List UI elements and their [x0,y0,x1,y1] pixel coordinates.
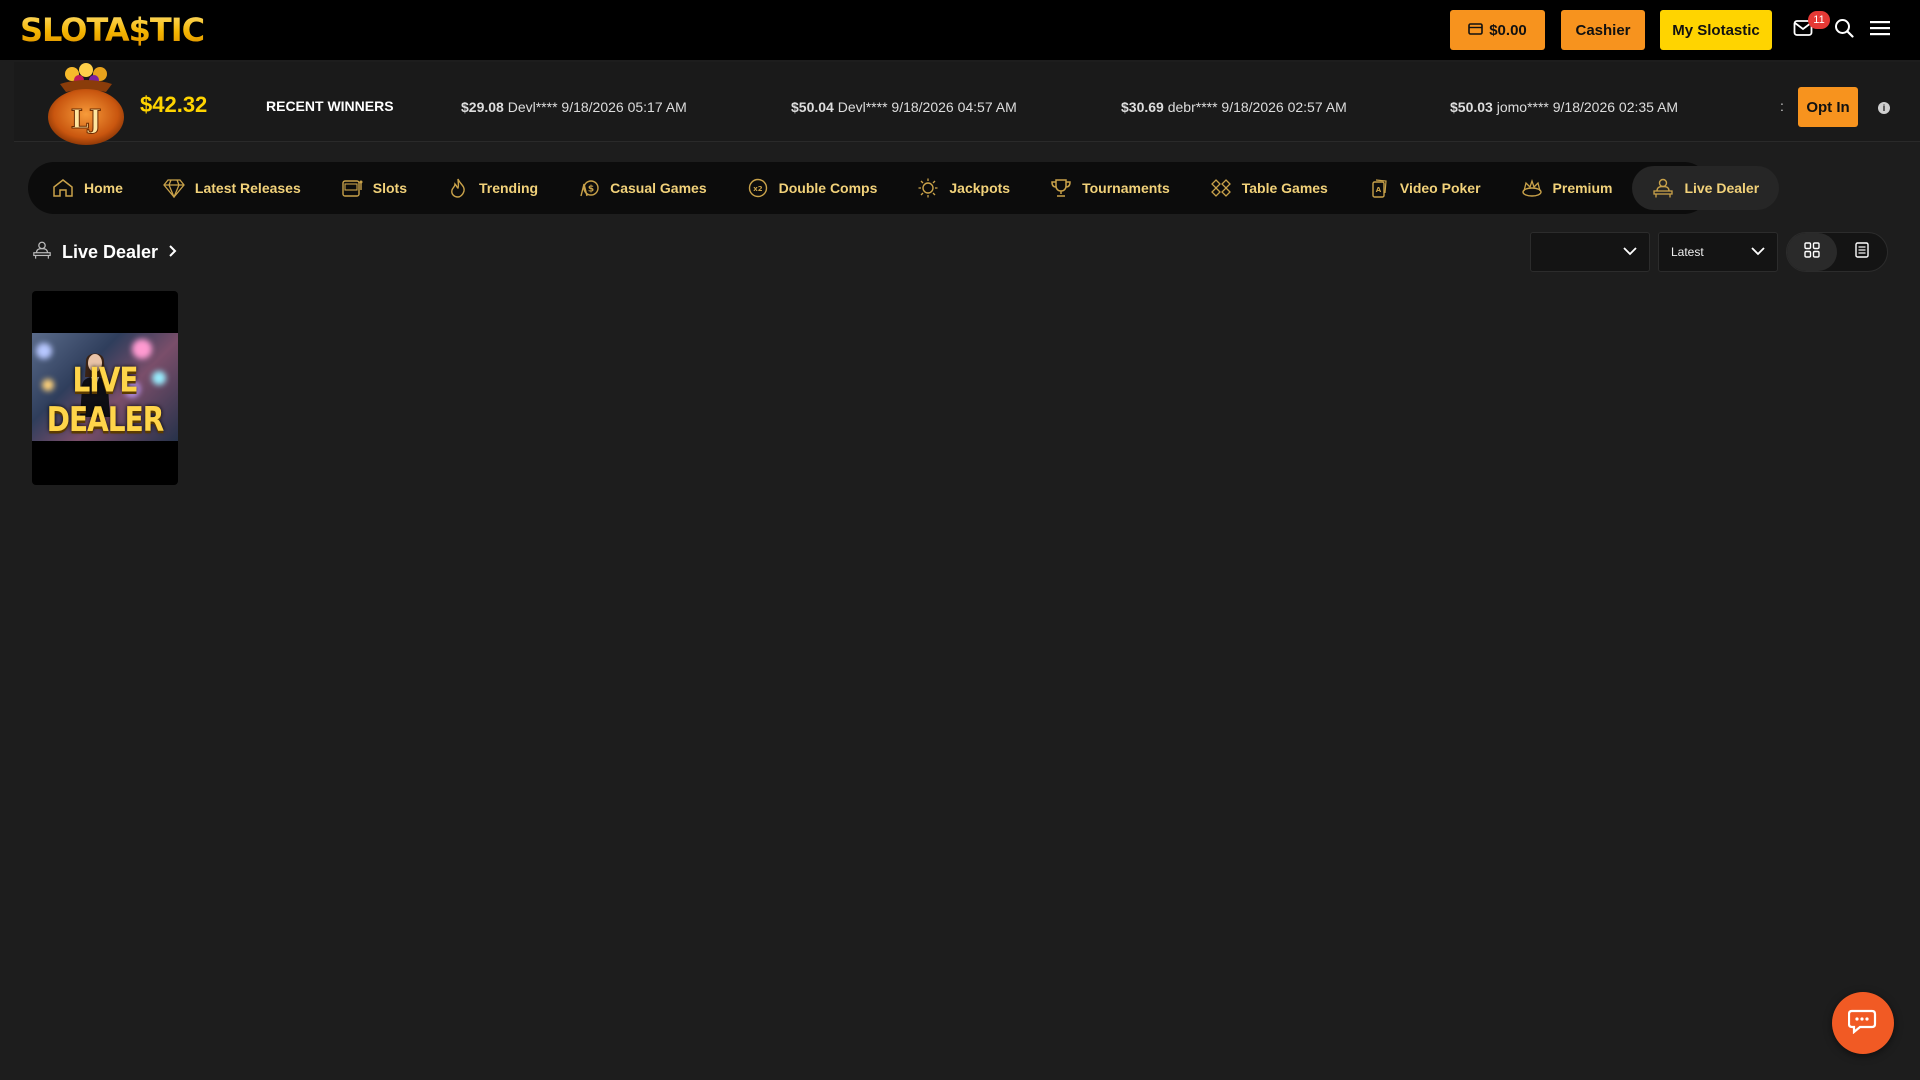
nav-item-tournaments[interactable]: Tournaments [1030,166,1190,210]
nav-item-video-poker[interactable]: A Video Poker [1348,166,1501,210]
svg-text:x2: x2 [753,185,763,193]
winner-details: Devl**** 9/18/2026 05:17 AM [507,99,687,115]
sort-select[interactable]: Latest [1658,232,1778,272]
casual-games-icon: $ [578,177,600,199]
live-dealer-game-thumbnail: LIVE DEALER [32,333,178,441]
nav-item-home[interactable]: Home [32,166,143,210]
winner-amount: $29.08 [461,99,504,115]
recent-winners-bar: LJ $42.32 RECENT WINNERS $29.08 Devl****… [14,62,1920,145]
table-games-icon [1210,177,1232,199]
nav-item-trending[interactable]: Trending [427,166,558,210]
nav-item-latest-releases[interactable]: Latest Releases [143,166,321,210]
opt-in-button[interactable]: Opt In [1798,87,1858,127]
chevron-right-icon [168,242,178,263]
list-icon [1855,241,1869,263]
nav-item-slots[interactable]: Slots [321,166,427,210]
video-poker-icon: A [1368,177,1390,199]
nav-item-premium[interactable]: Premium [1501,166,1633,210]
nav-item-live-dealer[interactable]: Live Dealer [1632,166,1780,210]
search-button[interactable] [1831,17,1857,43]
my-account-button[interactable]: My Slotastic [1660,10,1772,50]
wallet-icon [1468,22,1484,39]
pot-letters: LJ [71,105,102,135]
section-breadcrumb[interactable]: Live Dealer [32,240,178,265]
winner-amount: $50.03 [1450,99,1493,115]
winner-amount: $50.04 [791,99,834,115]
dealer-icon [1652,177,1674,199]
svg-text:A: A [1376,186,1382,194]
hamburger-menu-icon [1870,20,1890,41]
nav-item-casual-games[interactable]: $ Casual Games [558,166,727,210]
nav-label: Live Dealer [1684,180,1760,196]
winner-details: Devl**** 9/18/2026 04:57 AM [837,99,1017,115]
balance-label: $0.00 [1489,21,1527,39]
nav-item-table-games[interactable]: Table Games [1190,166,1348,210]
page-title: Live Dealer [62,242,159,262]
mail-button[interactable]: 11 [1790,11,1830,43]
list-view-button[interactable] [1837,233,1887,271]
svg-text:$: $ [588,185,594,195]
grid-icon [1804,241,1820,263]
nav-label: Premium [1552,180,1613,196]
game-tile-live-dealer[interactable]: LIVE DEALER [32,291,178,485]
slot-machine-icon [341,177,363,199]
nav-label: Jackpots [949,180,1011,196]
winner-entry: $29.08 Devl**** 9/18/2026 05:17 AM [461,99,687,115]
nav-label: Double Comps [778,180,878,196]
category-nav: Home Latest Releases Slots Trending $ Ca… [28,162,1780,214]
jackpot-icon [917,177,939,199]
info-icon[interactable]: i [1878,102,1890,114]
ticker-separator: : [1780,98,1784,114]
winner-details: jomo**** 9/18/2026 02:35 AM [1496,99,1679,115]
nav-label: Video Poker [1399,180,1481,196]
view-toggle [1786,232,1888,272]
home-icon [52,177,74,199]
trophy-icon [1050,177,1072,199]
chat-icon [1847,1008,1878,1039]
chevron-down-icon [1751,245,1765,259]
live-chat-button[interactable] [1832,992,1894,1054]
double-comps-icon: x2 [747,177,769,199]
site-logo[interactable]: SLOTA$TIC [20,10,205,50]
provider-filter-select[interactable] [1530,232,1650,272]
diamond-icon [163,177,185,199]
nav-label: Slots [372,180,407,196]
sort-value: Latest [1671,245,1704,259]
game-title: LIVE DEALER [46,360,165,440]
menu-button[interactable] [1867,17,1893,43]
nav-label: Casual Games [610,180,707,196]
nav-label: Tournaments [1082,180,1170,196]
jackpot-amount: $42.32 [140,92,208,117]
cashier-button[interactable]: Cashier [1561,10,1645,50]
winner-entry: $50.04 Devl**** 9/18/2026 04:57 AM [791,99,1017,115]
balance-button[interactable]: $0.00 [1450,10,1545,50]
nav-item-double-comps[interactable]: x2 Double Comps [727,166,898,210]
nav-label: Trending [478,180,539,196]
dealer-icon [32,240,52,265]
recent-winners-title: RECENT WINNERS [266,98,394,114]
top-bar: SLOTA$TIC $0.00 Cashier My Slotastic 11 [0,0,1920,60]
flame-icon [447,177,469,199]
nav-item-jackpots[interactable]: Jackpots [897,166,1030,210]
winner-details: debr**** 9/18/2026 02:57 AM [1167,99,1347,115]
nav-label: Latest Releases [194,180,301,196]
winner-entry: $30.69 debr**** 9/18/2026 02:57 AM [1121,99,1347,115]
nav-label: Home [84,180,123,196]
winner-amount: $30.69 [1121,99,1164,115]
grid-view-button[interactable] [1787,233,1837,271]
jackpot-pot-icon: LJ [36,62,136,146]
nav-label: Table Games [1241,180,1328,196]
search-icon [1834,18,1854,43]
mail-count-badge: 11 [1808,11,1830,29]
crown-icon [1521,177,1543,199]
winner-entry: $50.03 jomo**** 9/18/2026 02:35 AM [1450,99,1678,115]
chevron-down-icon [1623,245,1637,259]
